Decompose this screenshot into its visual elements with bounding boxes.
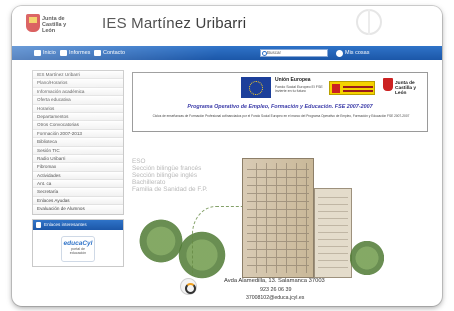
educacyl-sub-2: educación: [69, 250, 87, 255]
programa-title: Programa Operativo de Empleo, Formación …: [187, 104, 373, 110]
sidebar-item[interactable]: Información académica: [33, 87, 123, 97]
course-item: Sección bilingüe francés: [132, 165, 202, 172]
ministry-logo: [329, 81, 375, 95]
course-item: Sección bilingüe inglés: [132, 172, 198, 179]
school-logo-icon: [180, 278, 197, 295]
school-illustration: ESO Sección bilingüe francés Sección bil…: [132, 146, 428, 280]
sidebar-item[interactable]: Ant. ca: [33, 180, 123, 189]
fse-banner[interactable]: Unión Europea Fondo Social Europeo El FS…: [132, 72, 428, 132]
my-stuff-button[interactable]: Mis cosas: [336, 48, 369, 58]
my-stuff-label: Mis cosas: [345, 50, 370, 56]
document-icon: [60, 50, 67, 56]
browser-frame: Junta de Castilla y León IES Martínez Ur…: [12, 6, 442, 306]
sidebar-item[interactable]: Enlaces Ayudas: [33, 196, 123, 206]
sidebar-menu: IES Martínez Uribarri Plano/Horarios Inf…: [32, 70, 124, 215]
nav-contact[interactable]: Contacto: [94, 48, 125, 58]
sidebar-item[interactable]: Evaluación de Alumnos: [33, 205, 123, 214]
sidebar-item[interactable]: Secretaría: [33, 188, 123, 197]
school-building-annex: [314, 188, 352, 278]
links-panel: Enlaces interesantes educaCyl portal de …: [32, 218, 124, 267]
school-building: [242, 158, 314, 278]
sidebar-item[interactable]: Fibromax: [33, 163, 123, 172]
nav-reports-label: Informes: [69, 50, 91, 56]
course-item: Bachillerato: [132, 179, 166, 186]
jcyl-banner-text: Junta de Castilla y León: [395, 81, 427, 97]
logo-text-line-2: Castilla y León: [42, 22, 67, 34]
sidebar: IES Martínez Uribarri Plano/Horarios Inf…: [32, 70, 124, 267]
sidebar-item[interactable]: Radio Uribarri: [33, 154, 123, 164]
sidebar-item[interactable]: Horarios: [33, 104, 123, 113]
educacyl-brand: educaCyl: [63, 239, 93, 247]
globe-icon: [356, 9, 382, 35]
home-icon: [34, 50, 41, 56]
search-input[interactable]: Buscar: [260, 49, 328, 57]
eu-flag-icon: [241, 77, 271, 98]
sidebar-item[interactable]: Biblioteca: [33, 138, 123, 147]
sidebar-item[interactable]: IES Martínez Uribarri: [33, 71, 123, 80]
course-item: Familia de Sanidad de F.P.: [132, 186, 208, 193]
nav-bar: Inicio Informes Contacto Buscar Mis cosa…: [12, 46, 442, 60]
site-footer: Avda Alamedilla, 13. Salamanca 37003 923…: [132, 274, 428, 306]
links-panel-title: Enlaces interesantes: [33, 219, 123, 230]
mail-icon: [94, 50, 101, 56]
jcyl-shield-icon: [383, 78, 393, 91]
ue-title: Unión Europea: [275, 77, 311, 83]
sidebar-item[interactable]: Formación 2007-2013: [33, 129, 123, 139]
nav-reports[interactable]: Informes: [60, 48, 90, 58]
coat-of-arms-icon: [26, 14, 40, 32]
sidebar-item[interactable]: Actividades: [33, 171, 123, 181]
sidebar-item[interactable]: Departamentos: [33, 112, 123, 122]
nav-home[interactable]: Inicio: [34, 48, 56, 58]
nav-home-label: Inicio: [43, 50, 56, 56]
user-icon: [336, 49, 343, 57]
footer-address: Avda Alamedilla, 13. Salamanca 37003: [224, 278, 325, 284]
tree-illustration: [347, 238, 387, 278]
site-header: Junta de Castilla y León IES Martínez Ur…: [12, 6, 442, 46]
nav-contact-label: Contacto: [103, 50, 126, 56]
banner-note: Ciclos de enseñanzas de Formación Profes…: [152, 114, 410, 118]
sidebar-item[interactable]: Oferta educativa: [33, 96, 123, 105]
jcyl-banner-line-2: Castilla y León: [395, 86, 417, 97]
sidebar-item[interactable]: Sesión TIC: [33, 146, 123, 155]
course-list: ESO Sección bilingüe francés Sección bil…: [132, 158, 208, 193]
educacyl-link[interactable]: educaCyl portal de educación: [61, 235, 95, 262]
sidebar-item[interactable]: Plano/Horarios: [33, 79, 123, 88]
footer-phone: 923 26 06 39: [260, 287, 292, 293]
ue-fund-text: Fondo Social Europeo El FSE invierte en …: [275, 85, 323, 94]
site-title: IES Martínez Uribarri: [102, 15, 247, 32]
footer-email[interactable]: 37008102@educa.jcyl.es: [246, 295, 304, 301]
logo-text: Junta de Castilla y León: [42, 16, 78, 34]
jcyl-logo[interactable]: Junta de Castilla y León: [26, 14, 78, 40]
course-item: ESO: [132, 158, 146, 165]
sidebar-item[interactable]: Otros Convocatorias: [33, 121, 123, 130]
